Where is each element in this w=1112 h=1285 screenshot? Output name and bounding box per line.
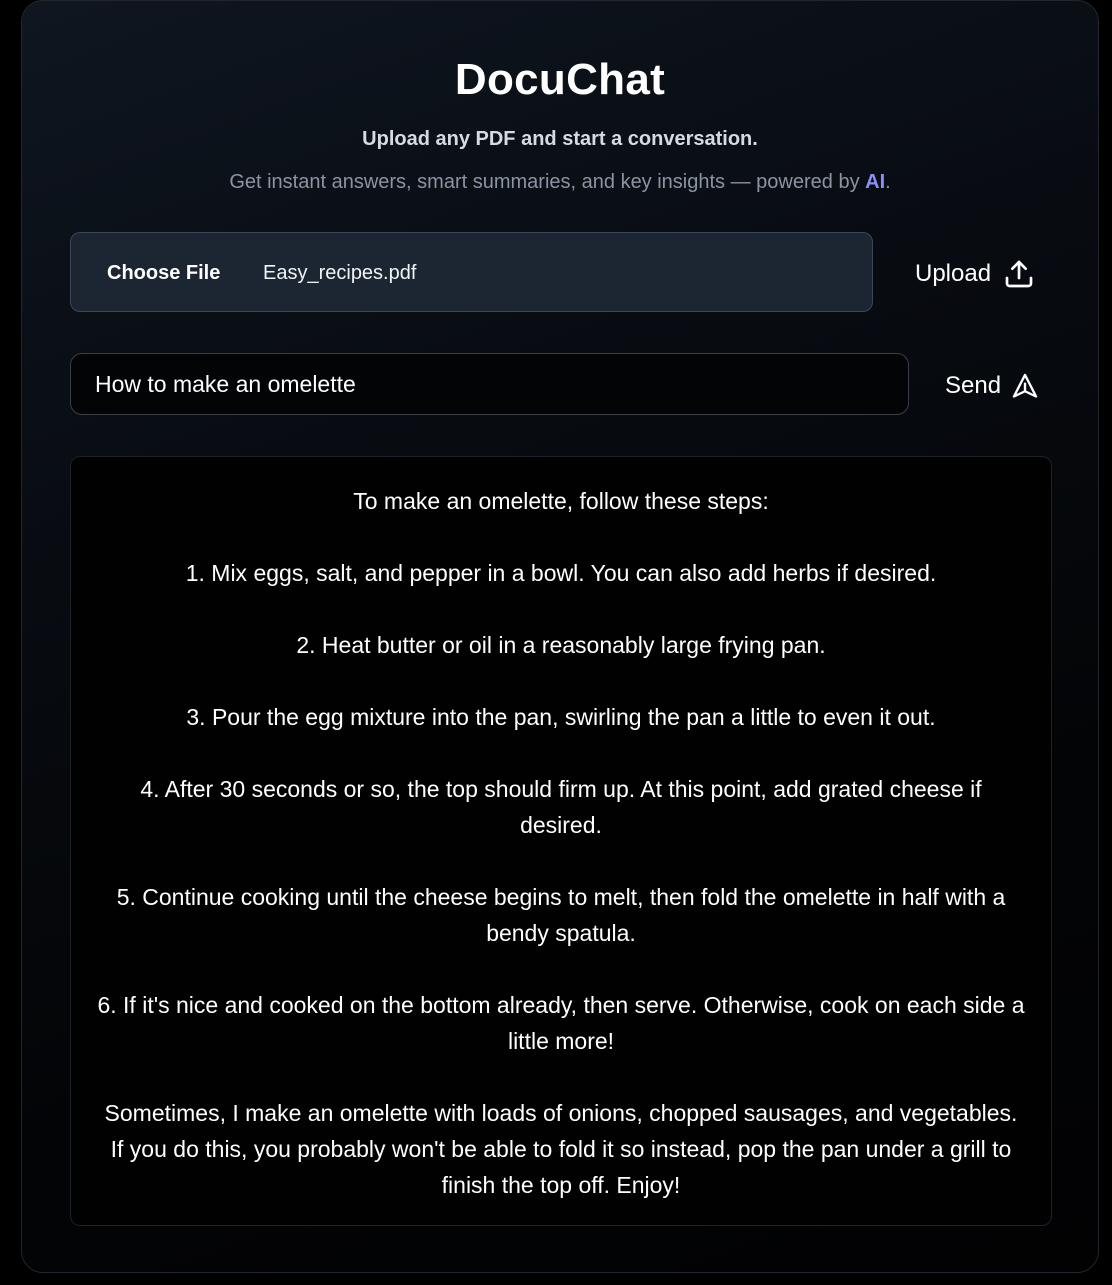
answer-paragraph: 5. Continue cooking until the cheese beg… [116, 884, 1006, 946]
app-subtitle: Upload any PDF and start a conversation. [362, 128, 758, 150]
answer-paragraph: 2. Heat butter or oil in a reasonably la… [296, 632, 826, 658]
upload-icon [1003, 258, 1035, 290]
app-title: DocuChat [454, 55, 666, 104]
send-button[interactable]: Send [945, 366, 1039, 406]
question-input[interactable] [70, 353, 909, 415]
answer-panel: To make an omelette, follow these steps:… [70, 456, 1052, 1226]
selected-file-name: Easy_recipes.pdf [263, 262, 417, 284]
answer-paragraph: 6. If it's nice and cooked on the bottom… [97, 992, 1025, 1054]
answer-paragraph: 1. Mix eggs, salt, and pepper in a bowl.… [185, 560, 937, 586]
send-icon [1011, 372, 1039, 400]
main-card: DocuChat Upload any PDF and start a conv… [21, 0, 1099, 1273]
answer-paragraph: 4. After 30 seconds or so, the top shoul… [140, 776, 982, 838]
tagline-end: . [885, 171, 891, 193]
file-picker[interactable]: Choose File Easy_recipes.pdf [70, 232, 873, 312]
tagline-text: Get instant answers, smart summaries, an… [229, 171, 866, 193]
upload-button[interactable]: Upload [915, 254, 1035, 294]
app-tagline: Get instant answers, smart summaries, an… [22, 169, 1098, 195]
answer-paragraph: To make an omelette, follow these steps: [353, 488, 769, 514]
send-button-label: Send [945, 372, 1002, 399]
tagline-ai-highlight: AI [865, 171, 886, 193]
choose-file-button[interactable]: Choose File [107, 261, 220, 285]
answer-paragraph: Sometimes, I make an omelette with loads… [104, 1100, 1018, 1198]
upload-button-label: Upload [915, 260, 992, 287]
answer-paragraph: 3. Pour the egg mixture into the pan, sw… [186, 704, 936, 730]
